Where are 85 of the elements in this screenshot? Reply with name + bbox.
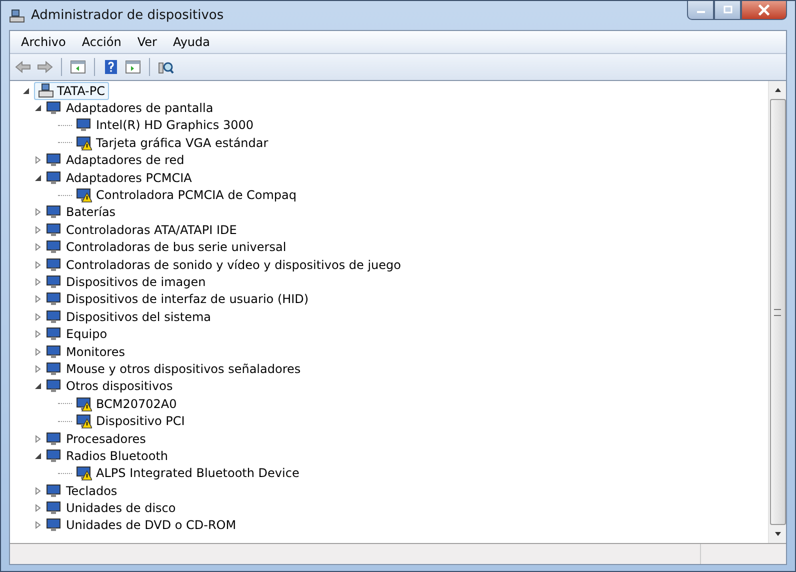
device-icon: [46, 360, 62, 377]
device-icon: [46, 256, 62, 273]
tree-item[interactable]: Equipo: [65, 327, 108, 342]
collapsed-arrow-icon[interactable]: [34, 348, 42, 356]
tree-item[interactable]: Intel(R) HD Graphics 3000: [95, 118, 254, 132]
tree-item[interactable]: Dispositivos de interfaz de usuario (HID): [65, 292, 309, 306]
tree-item[interactable]: Adaptadores de red: [65, 153, 184, 168]
tree-item[interactable]: Radios Bluetooth: [65, 448, 168, 463]
device-icon: [46, 482, 62, 499]
device-icon: [46, 170, 62, 186]
tree-item[interactable]: Controladoras de sonido y vídeo y dispositivos de juego: [65, 258, 401, 272]
scroll-up-icon[interactable]: [774, 86, 782, 94]
collapsed-arrow-icon[interactable]: [34, 208, 42, 216]
collapsed-arrow-icon[interactable]: [34, 486, 42, 495]
collapsed-arrow-icon[interactable]: [34, 312, 42, 321]
device-icon: [46, 204, 62, 220]
expanded-arrow-icon[interactable]: [34, 452, 42, 460]
tree-item[interactable]: Dispositivo PCI: [95, 414, 185, 428]
tree-item[interactable]: TATA-PC: [34, 82, 109, 100]
device-icon: [46, 344, 62, 360]
collapsed-arrow-icon[interactable]: [34, 278, 42, 286]
expanded-arrow-icon[interactable]: [34, 104, 42, 112]
tree-item[interactable]: Mouse y otros dispositivos señaladores: [65, 362, 301, 376]
device-icon: [46, 239, 62, 256]
maximize-button[interactable]: [714, 1, 741, 20]
tree-item[interactable]: Unidades de disco: [65, 501, 176, 516]
tree-item[interactable]: Monitores: [65, 344, 125, 359]
tree-item[interactable]: Otros dispositivos: [65, 379, 173, 394]
window-icon[interactable]: [125, 59, 141, 75]
device-icon: [46, 152, 62, 168]
expanded-arrow-icon[interactable]: [22, 86, 30, 95]
forward-arrow-icon[interactable]: [37, 59, 53, 75]
maximize-icon: [722, 5, 732, 15]
device-icon: [46, 378, 62, 394]
device-icon: [46, 448, 62, 464]
tree-item[interactable]: BCM20702A0: [95, 396, 177, 411]
tree-item[interactable]: Teclados: [65, 484, 118, 498]
collapsed-arrow-icon[interactable]: [34, 434, 42, 442]
scroll-down-icon[interactable]: [774, 530, 782, 538]
collapsed-arrow-icon[interactable]: [34, 226, 42, 234]
tree-item[interactable]: Controladoras ATA/ATAPI IDE: [65, 222, 237, 237]
minimize-button[interactable]: [687, 1, 714, 20]
collapsed-arrow-icon[interactable]: [34, 156, 42, 164]
expanded-arrow-icon[interactable]: [34, 382, 42, 390]
device-icon: [46, 500, 62, 516]
tree-item[interactable]: Tarjeta gráfica VGA estándar: [95, 136, 268, 150]
expanded-arrow-icon[interactable]: [34, 174, 42, 182]
collapsed-arrow-icon[interactable]: [34, 504, 42, 512]
device-icon: [46, 222, 62, 238]
tree-item[interactable]: Controladora PCMCIA de Compaq: [95, 188, 297, 202]
device-icon: [46, 308, 62, 325]
tree-item[interactable]: ALPS Integrated Bluetooth Device: [95, 466, 300, 480]
back-arrow-icon[interactable]: [15, 59, 31, 75]
tree-item[interactable]: Adaptadores de pantalla: [65, 101, 214, 116]
collapsed-arrow-icon[interactable]: [34, 295, 42, 304]
collapsed-arrow-icon[interactable]: [34, 364, 42, 373]
collapsed-arrow-icon[interactable]: [34, 330, 42, 338]
device-icon: [46, 326, 62, 342]
collapsed-arrow-icon[interactable]: [34, 521, 42, 530]
device-icon: [46, 517, 62, 534]
menu-item[interactable]: Ver: [130, 35, 164, 49]
device-icon: [46, 291, 62, 308]
tree-item[interactable]: Controladoras de bus serie universal: [65, 240, 286, 254]
menu-item[interactable]: Acción: [74, 35, 128, 49]
tree-item[interactable]: Adaptadores PCMCIA: [65, 170, 192, 185]
device-icon: [46, 430, 62, 446]
tree-item[interactable]: Baterías: [65, 205, 116, 220]
tree-item[interactable]: Dispositivos de imagen: [65, 274, 206, 289]
help-icon[interactable]: [103, 59, 119, 75]
device-icon: [46, 274, 62, 290]
computer-icon: [38, 82, 54, 99]
scrollbar[interactable]: [768, 81, 786, 543]
device-icon: [46, 100, 62, 116]
window-title: Administrador de dispositivos: [31, 8, 224, 23]
collapsed-arrow-icon[interactable]: [34, 260, 42, 269]
menu-item[interactable]: Ayuda: [166, 35, 218, 49]
close-button[interactable]: [741, 1, 787, 20]
device-manager-icon: [9, 8, 25, 24]
window-icon[interactable]: [70, 59, 86, 75]
close-icon: [758, 4, 770, 16]
collapsed-arrow-icon[interactable]: [34, 243, 42, 252]
tree-item[interactable]: Procesadores: [65, 432, 146, 446]
tree-item[interactable]: Dispositivos del sistema: [65, 310, 212, 324]
menu-item[interactable]: Archivo: [14, 35, 73, 49]
tree-item[interactable]: Unidades de DVD o CD-ROM: [65, 518, 236, 532]
